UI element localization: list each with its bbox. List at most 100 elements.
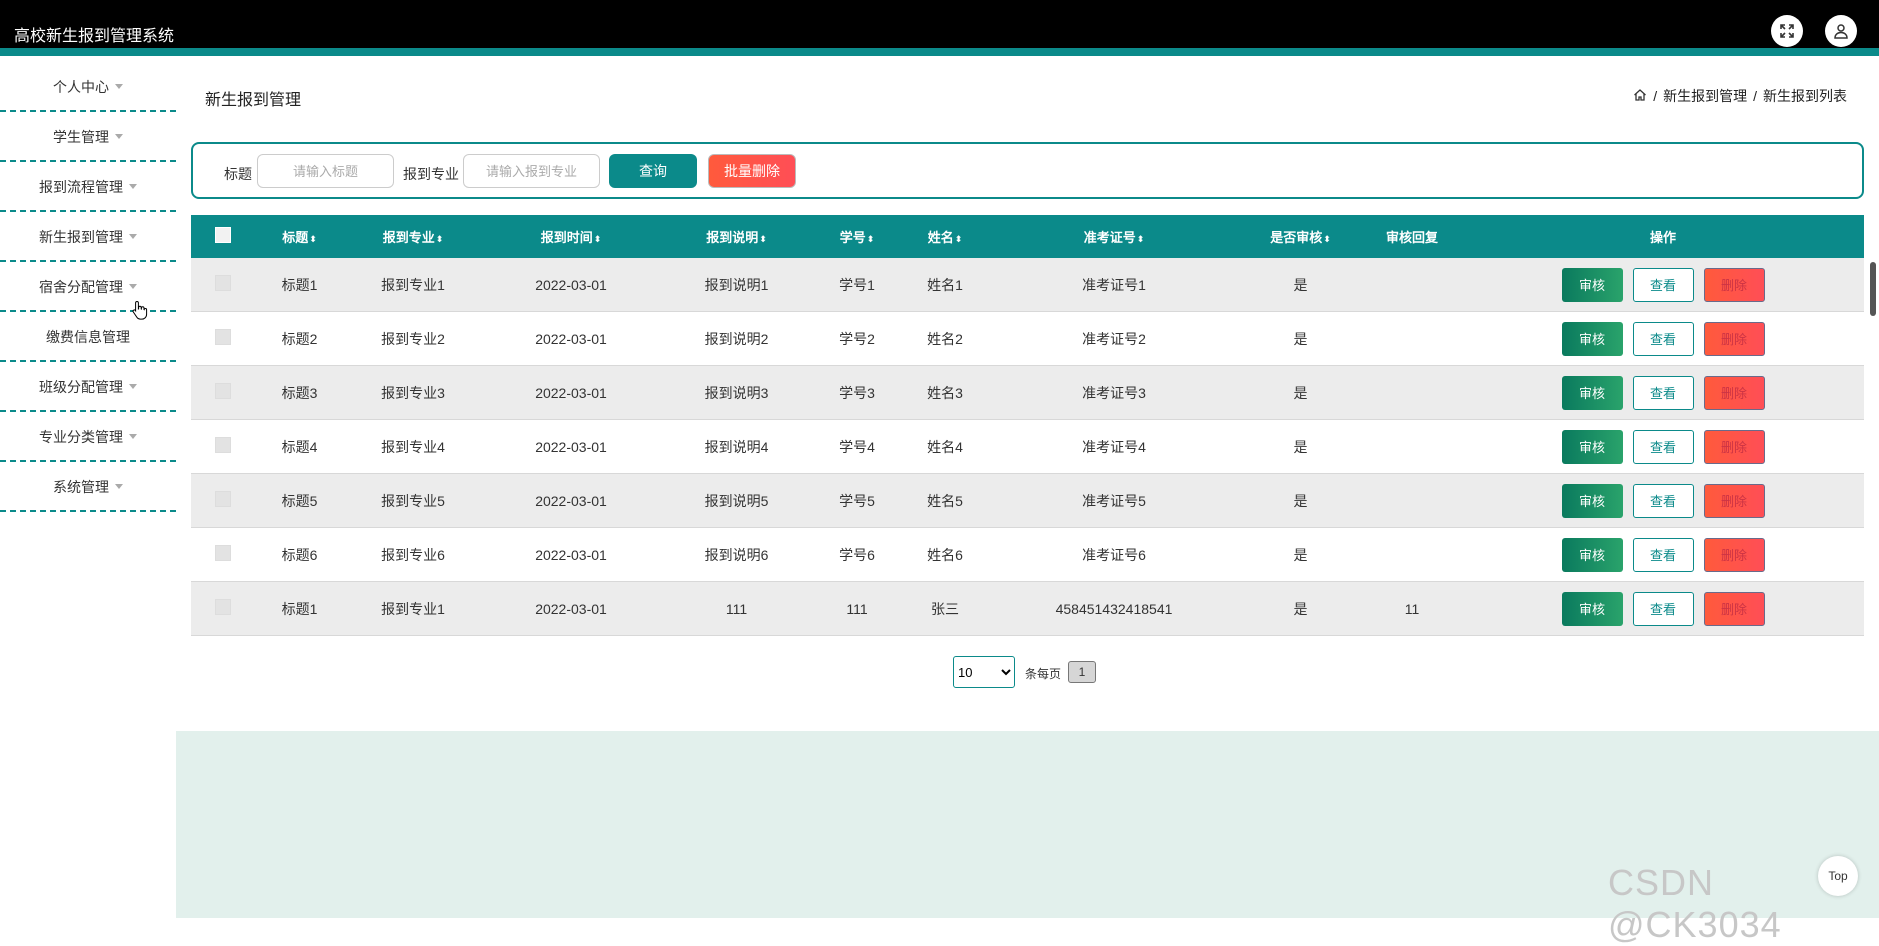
table-cell: 学号6 xyxy=(813,527,901,582)
sidebar-item[interactable]: 系统管理 xyxy=(0,464,176,512)
select-all-checkbox[interactable] xyxy=(191,215,255,258)
row-checkbox[interactable] xyxy=(191,258,255,312)
view-button[interactable]: 查看 xyxy=(1632,591,1694,626)
sidebar-item[interactable]: 学生管理 xyxy=(0,114,176,162)
row-checkbox[interactable] xyxy=(191,311,255,366)
page-title: 新生报到管理 xyxy=(205,92,302,109)
table-cell: 学号3 xyxy=(813,365,901,420)
actions-cell: 审核 查看 删除 xyxy=(1462,258,1864,312)
sidebar-item[interactable]: 缴费信息管理 xyxy=(0,314,176,362)
expand-icon[interactable] xyxy=(1771,15,1803,47)
table-cell: 是 xyxy=(1239,527,1362,582)
view-button[interactable]: 查看 xyxy=(1632,483,1694,518)
table-row: 标题1 报到专业1 2022-03-01 报到说明1 学号1 姓名1 准考证号1 是 审核 查看删… xyxy=(191,258,1864,312)
sidebar-item-label: 专业分类管理 xyxy=(39,429,123,445)
query-button[interactable]: 查询 xyxy=(609,154,697,188)
table-cell: 报到说明3 xyxy=(660,365,813,420)
sidebar-item[interactable]: 班级分配管理 xyxy=(0,364,176,412)
sort-icon: ⬍ xyxy=(1136,234,1145,244)
report-table: 标题⬍ 报到专业⬍ 报到时间⬍ 报到说明⬍ 学号⬍ 姓名⬍ 准考证号⬍ 是否审核… xyxy=(191,215,1864,636)
review-button[interactable]: 审核 xyxy=(1561,429,1623,464)
row-checkbox[interactable] xyxy=(191,473,255,528)
title-input[interactable] xyxy=(257,154,394,188)
table-cell: 报到专业5 xyxy=(344,473,482,528)
view-button[interactable]: 查看 xyxy=(1632,537,1694,572)
table-cell: 姓名5 xyxy=(901,473,989,528)
app-title: 高校新生报到管理系统 xyxy=(14,28,175,45)
review-button[interactable]: 审核 xyxy=(1561,591,1623,626)
table-cell: 姓名2 xyxy=(901,311,989,366)
view-button[interactable]: 查看 xyxy=(1632,375,1694,410)
col-title[interactable]: 标题⬍ xyxy=(255,215,344,258)
table-cell: 标题3 xyxy=(255,365,344,420)
batch-delete-button[interactable]: 批量删除 xyxy=(708,154,796,188)
table-cell: 标题1 xyxy=(255,581,344,636)
top-header: 高校新生报到管理系统 xyxy=(0,0,1879,56)
review-button[interactable]: 审核 xyxy=(1561,537,1623,572)
col-time[interactable]: 报到时间⬍ xyxy=(482,215,660,258)
col-actions: 操作 xyxy=(1462,215,1864,258)
caret-down-icon xyxy=(129,383,137,389)
back-to-top-button[interactable]: Top xyxy=(1818,856,1858,896)
table-cell: 2022-03-01 xyxy=(482,258,660,312)
view-button[interactable]: 查看 xyxy=(1632,267,1694,302)
actions-cell: 审核 查看 删除 xyxy=(1462,527,1864,582)
col-exam-no[interactable]: 准考证号⬍ xyxy=(989,215,1239,258)
col-student-no[interactable]: 学号⬍ xyxy=(813,215,901,258)
sidebar-item[interactable]: 个人中心 xyxy=(0,64,176,112)
page-size-select[interactable]: 10 xyxy=(953,656,1015,688)
col-reviewed[interactable]: 是否审核⬍ xyxy=(1239,215,1362,258)
sidebar-item[interactable]: 专业分类管理 xyxy=(0,414,176,462)
sidebar: 个人中心 学生管理 报到流程管理 新生报到管理宿舍分配管理缴费信息管理班级分配管理专业… xyxy=(0,64,176,514)
review-button[interactable]: 审核 xyxy=(1561,483,1623,518)
row-checkbox[interactable] xyxy=(191,581,255,636)
table-cell: 2022-03-01 xyxy=(482,419,660,474)
table-cell: 报到专业1 xyxy=(344,581,482,636)
table-cell: 准考证号4 xyxy=(989,419,1239,474)
sidebar-item[interactable]: 报到流程管理 xyxy=(0,164,176,212)
delete-button[interactable]: 删除 xyxy=(1703,537,1765,572)
row-checkbox[interactable] xyxy=(191,527,255,582)
sort-icon: ⬍ xyxy=(954,234,963,244)
breadcrumb-level1[interactable]: 新生报到管理 xyxy=(1663,86,1747,106)
actions-cell: 审核 查看 删除 xyxy=(1462,365,1864,420)
review-button[interactable]: 审核 xyxy=(1561,267,1623,302)
breadcrumb: / 新生报到管理 / 新生报到列表 xyxy=(1633,86,1847,106)
col-major[interactable]: 报到专业⬍ xyxy=(344,215,482,258)
delete-button[interactable]: 删除 xyxy=(1703,429,1765,464)
col-desc[interactable]: 报到说明⬍ xyxy=(660,215,813,258)
table-cell: 458451432418541 xyxy=(989,581,1239,636)
user-icon[interactable] xyxy=(1825,15,1857,47)
home-icon[interactable] xyxy=(1633,88,1647,105)
page-number-1[interactable]: 1 xyxy=(1068,661,1096,683)
col-reply: 审核回复 xyxy=(1362,215,1462,258)
delete-button[interactable]: 删除 xyxy=(1703,321,1765,356)
sidebar-item[interactable]: 宿舍分配管理 xyxy=(0,264,176,312)
table-cell xyxy=(1362,527,1462,582)
table-row: 标题5 报到专业5 2022-03-01 报到说明5 学号5 姓名5 准考证号5 是 审核 查看删… xyxy=(191,473,1864,528)
review-button[interactable]: 审核 xyxy=(1561,375,1623,410)
row-checkbox[interactable] xyxy=(191,365,255,420)
delete-button[interactable]: 删除 xyxy=(1703,267,1765,302)
table-cell: 是 xyxy=(1239,581,1362,636)
major-input[interactable] xyxy=(463,154,600,188)
table-cell: 报到专业2 xyxy=(344,311,482,366)
row-checkbox[interactable] xyxy=(191,419,255,474)
table-cell: 准考证号2 xyxy=(989,311,1239,366)
col-name[interactable]: 姓名⬍ xyxy=(901,215,989,258)
review-button[interactable]: 审核 xyxy=(1561,321,1623,356)
scrollbar[interactable] xyxy=(1870,262,1876,316)
title-label: 标题 xyxy=(224,166,252,182)
sidebar-item-label: 宿舍分配管理 xyxy=(39,279,123,295)
table-cell: 准考证号6 xyxy=(989,527,1239,582)
table-cell: 报到专业1 xyxy=(344,258,482,312)
delete-button[interactable]: 删除 xyxy=(1703,483,1765,518)
view-button[interactable]: 查看 xyxy=(1632,429,1694,464)
view-button[interactable]: 查看 xyxy=(1632,321,1694,356)
sidebar-item-label: 缴费信息管理 xyxy=(46,329,130,345)
sidebar-item[interactable]: 新生报到管理 xyxy=(0,214,176,262)
delete-button[interactable]: 删除 xyxy=(1703,375,1765,410)
breadcrumb-sep: / xyxy=(1753,88,1757,104)
delete-button[interactable]: 删除 xyxy=(1703,591,1765,626)
table-cell: 是 xyxy=(1239,365,1362,420)
